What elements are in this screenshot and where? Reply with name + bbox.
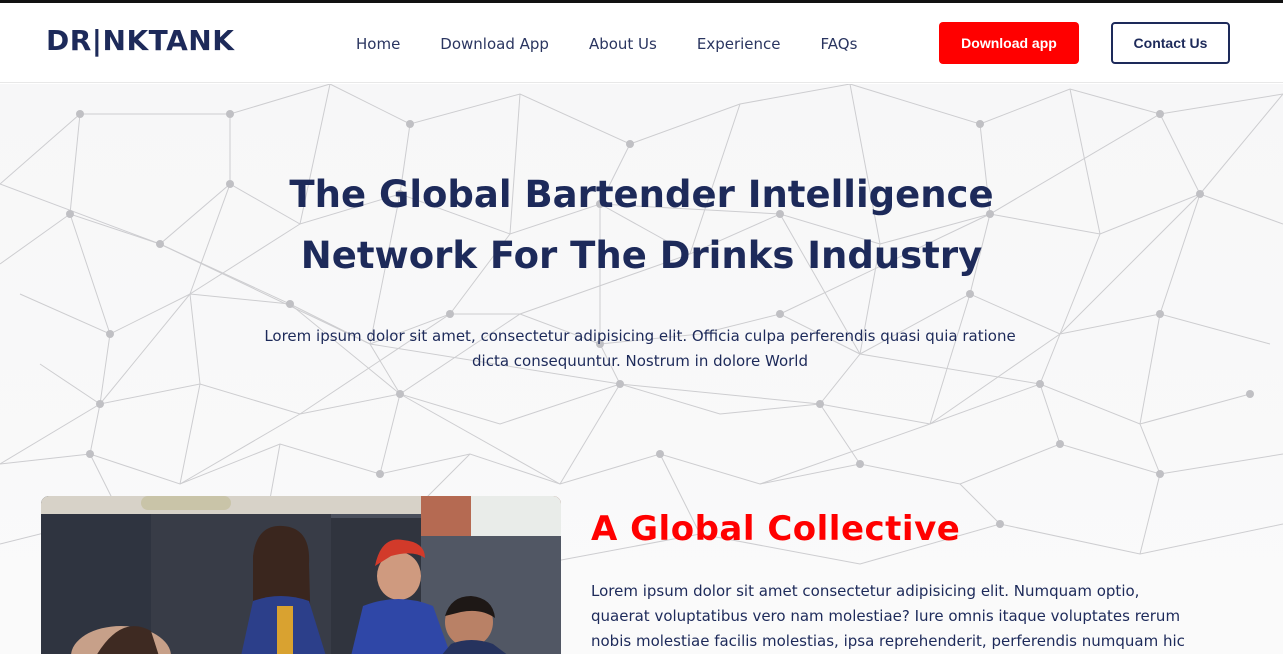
download-app-button[interactable]: Download app — [939, 22, 1079, 64]
collective-line-2: quaerat voluptatibus vero nam molestiae?… — [591, 607, 1181, 625]
collective-line-1: Lorem ipsum dolor sit amet consectetur a… — [591, 582, 1140, 600]
collective-heading: A Global Collective — [591, 509, 961, 549]
team-photo-illustration — [41, 496, 561, 654]
nav-link-about-us[interactable]: About Us — [589, 35, 657, 53]
hero-subtitle: Lorem ipsum dolor sit amet, consectetur … — [200, 324, 1080, 374]
hero-title-line-2: Network For The Drinks Industry — [300, 234, 983, 277]
hero-title: The Global Bartender Intelligence Networ… — [0, 164, 1283, 286]
nav-links: Home Download App About Us Experience FA… — [356, 35, 897, 53]
navbar: DR|NKTANK Home Download App About Us Exp… — [0, 3, 1283, 83]
hero-title-line-1: The Global Bartender Intelligence — [289, 173, 994, 216]
collective-paragraph: Lorem ipsum dolor sit amet consectetur a… — [591, 579, 1211, 654]
nav-link-download-app[interactable]: Download App — [440, 35, 549, 53]
brand-logo[interactable]: DR|NKTANK — [46, 24, 234, 57]
team-photo — [41, 496, 561, 654]
hero-section: The Global Bartender Intelligence Networ… — [0, 84, 1283, 654]
nav-link-faqs[interactable]: FAQs — [821, 35, 858, 53]
collective-line-3: nobis molestiae facilis molestias, ipsa … — [591, 632, 1185, 650]
hero-subtitle-line-1: Lorem ipsum dolor sit amet, consectetur … — [264, 327, 1016, 345]
hero-subtitle-line-2: dicta consequuntur. Nostrum in dolore Wo… — [472, 352, 808, 370]
nav-link-home[interactable]: Home — [356, 35, 400, 53]
nav-link-experience[interactable]: Experience — [697, 35, 781, 53]
contact-us-button[interactable]: Contact Us — [1111, 22, 1230, 64]
